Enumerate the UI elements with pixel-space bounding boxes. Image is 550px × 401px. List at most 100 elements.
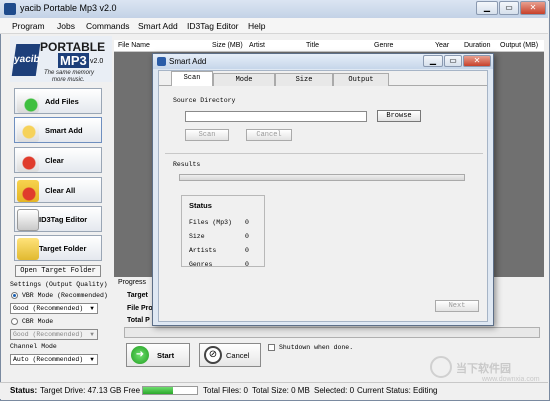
window-title: yacib Portable Mp3 v2.0 (20, 3, 117, 13)
source-directory-input[interactable] (185, 111, 367, 122)
channel-mode-select[interactable]: Auto (Recommended) ▼ (10, 354, 98, 365)
cancel-icon: ⊘ (204, 346, 222, 364)
separator (165, 153, 483, 154)
dialog-maximize-button[interactable]: ▭ (444, 55, 462, 67)
dialog-app-icon (157, 57, 166, 66)
chevron-down-icon: ▼ (90, 305, 94, 312)
logo-tagline-1: The same memory (44, 70, 95, 76)
scan-button[interactable]: Scan (185, 129, 229, 141)
cbr-quality-select[interactable]: Good (Recommended) ▼ (10, 329, 98, 340)
target-drive-status: Target Drive: 47.13 GB Free (40, 386, 141, 395)
artists-label: Artists (189, 247, 217, 254)
menu-help[interactable]: Help (248, 21, 265, 31)
app-icon (4, 3, 16, 15)
genres-value: 0 (245, 261, 249, 268)
shutdown-label: Shutdown when done. (279, 344, 354, 351)
smart-add-button[interactable]: Smart Add (14, 117, 102, 143)
menu-smart-add[interactable]: Smart Add (138, 21, 178, 31)
watermark-text: 当下软件园 (456, 363, 511, 375)
tab-size[interactable]: Size (275, 73, 333, 86)
start-label: Start (157, 351, 175, 360)
tab-output[interactable]: Output (333, 73, 389, 86)
settings-label: Settings (Output Quality) (10, 281, 108, 288)
vbr-mode-radio[interactable] (11, 292, 18, 299)
id3tag-editor-button[interactable]: ID3Tag Editor (14, 206, 102, 232)
vbr-quality-select[interactable]: Good (Recommended) ▼ (10, 303, 98, 314)
file-list-header: File Name Size (MB) Artist Title Genre Y… (114, 40, 544, 52)
minimize-button[interactable]: ▁ (476, 1, 498, 15)
close-button[interactable]: ✕ (520, 1, 546, 15)
col-file-name[interactable]: File Name (118, 42, 150, 49)
col-year[interactable]: Year (435, 42, 449, 49)
folder-icon (17, 238, 39, 260)
cbr-quality-value: Good (Recommended) (13, 331, 84, 338)
title-bar: yacib Portable Mp3 v2.0 ▁ ▭ ✕ (0, 0, 548, 18)
menu-program[interactable]: Program (12, 21, 45, 31)
add-files-label: Add Files (45, 97, 79, 106)
clear-all-label: Clear All (45, 186, 76, 195)
status-label: Status: (10, 386, 38, 395)
total-progress-bar (124, 327, 540, 338)
menu-id3tag-editor[interactable]: ID3Tag Editor (187, 21, 239, 31)
dialog-minimize-button[interactable]: ▁ (423, 55, 443, 67)
clear-label: Clear (45, 156, 64, 165)
browse-button[interactable]: Browse (377, 110, 421, 122)
dialog-title: Smart Add (169, 57, 207, 66)
tab-mode[interactable]: Mode (213, 73, 275, 86)
clear-all-button[interactable]: Clear All (14, 177, 102, 203)
logo-tagline: The same memory more music. (44, 70, 94, 84)
magnifier-icon (17, 120, 39, 142)
target-folder-label: Target Folder (39, 244, 87, 253)
maximize-button[interactable]: ▭ (499, 1, 519, 15)
col-output[interactable]: Output (MB) (500, 42, 538, 49)
chevron-down-icon: ▼ (90, 331, 94, 338)
target-progress-label: Target (127, 292, 148, 299)
col-title[interactable]: Title (306, 42, 319, 49)
drive-space-fill (143, 387, 173, 394)
id3tag-editor-label: ID3Tag Editor (39, 215, 88, 224)
watermark-logo-icon (430, 356, 452, 378)
size-label: Size (189, 233, 205, 240)
clear-button[interactable]: Clear (14, 147, 102, 173)
tag-editor-icon (17, 209, 39, 231)
add-files-icon (17, 91, 39, 113)
drive-space-bar (142, 386, 198, 395)
progress-label: Progress (118, 279, 147, 286)
cancel-label: Cancel (226, 351, 250, 360)
dialog-cancel-button[interactable]: Cancel (246, 129, 292, 141)
logo-tagline-2: more music. (52, 77, 85, 83)
col-size[interactable]: Size (MB) (212, 42, 243, 49)
vbr-quality-value: Good (Recommended) (13, 305, 84, 312)
tab-scan[interactable]: Scan (171, 71, 213, 86)
cbr-mode-label: CBR Mode (22, 318, 54, 325)
total-size-status: Total Size: 0 MB (252, 386, 310, 395)
shutdown-checkbox[interactable] (268, 344, 275, 351)
menu-jobs[interactable]: Jobs (57, 21, 75, 31)
open-target-folder-button[interactable]: Open Target Folder (15, 265, 101, 277)
cancel-button[interactable]: ⊘ Cancel (199, 343, 261, 367)
source-directory-label: Source Directory (173, 97, 236, 104)
current-status: Current Status: Editing (357, 386, 438, 395)
col-artist[interactable]: Artist (249, 42, 265, 49)
chevron-down-icon: ▼ (90, 356, 94, 363)
channel-mode-value: Auto (Recommended) (13, 356, 84, 363)
next-button[interactable]: Next (435, 300, 479, 312)
scan-progress-bar (179, 174, 465, 181)
results-label: Results (173, 161, 201, 168)
files-mp3-label: Files (Mp3) (189, 219, 232, 226)
add-files-button[interactable]: Add Files (14, 88, 102, 114)
target-folder-button[interactable]: Target Folder (14, 235, 102, 261)
clear-icon (17, 150, 39, 172)
status-group-label: Status (189, 201, 212, 210)
files-mp3-value: 0 (245, 219, 249, 226)
cbr-mode-radio[interactable] (11, 318, 18, 325)
start-arrow-icon: ➜ (131, 346, 149, 364)
total-files-status: Total Files: 0 (203, 386, 248, 395)
col-genre[interactable]: Genre (374, 42, 393, 49)
smart-add-dialog: Smart Add ▁ ▭ ✕ Scan Mode Size Output So… (152, 53, 494, 326)
dialog-close-button[interactable]: ✕ (463, 55, 491, 67)
start-button[interactable]: ➜ Start (126, 343, 190, 367)
file-progress-label: File Pro (127, 305, 153, 312)
col-duration[interactable]: Duration (464, 42, 490, 49)
menu-commands[interactable]: Commands (86, 21, 129, 31)
